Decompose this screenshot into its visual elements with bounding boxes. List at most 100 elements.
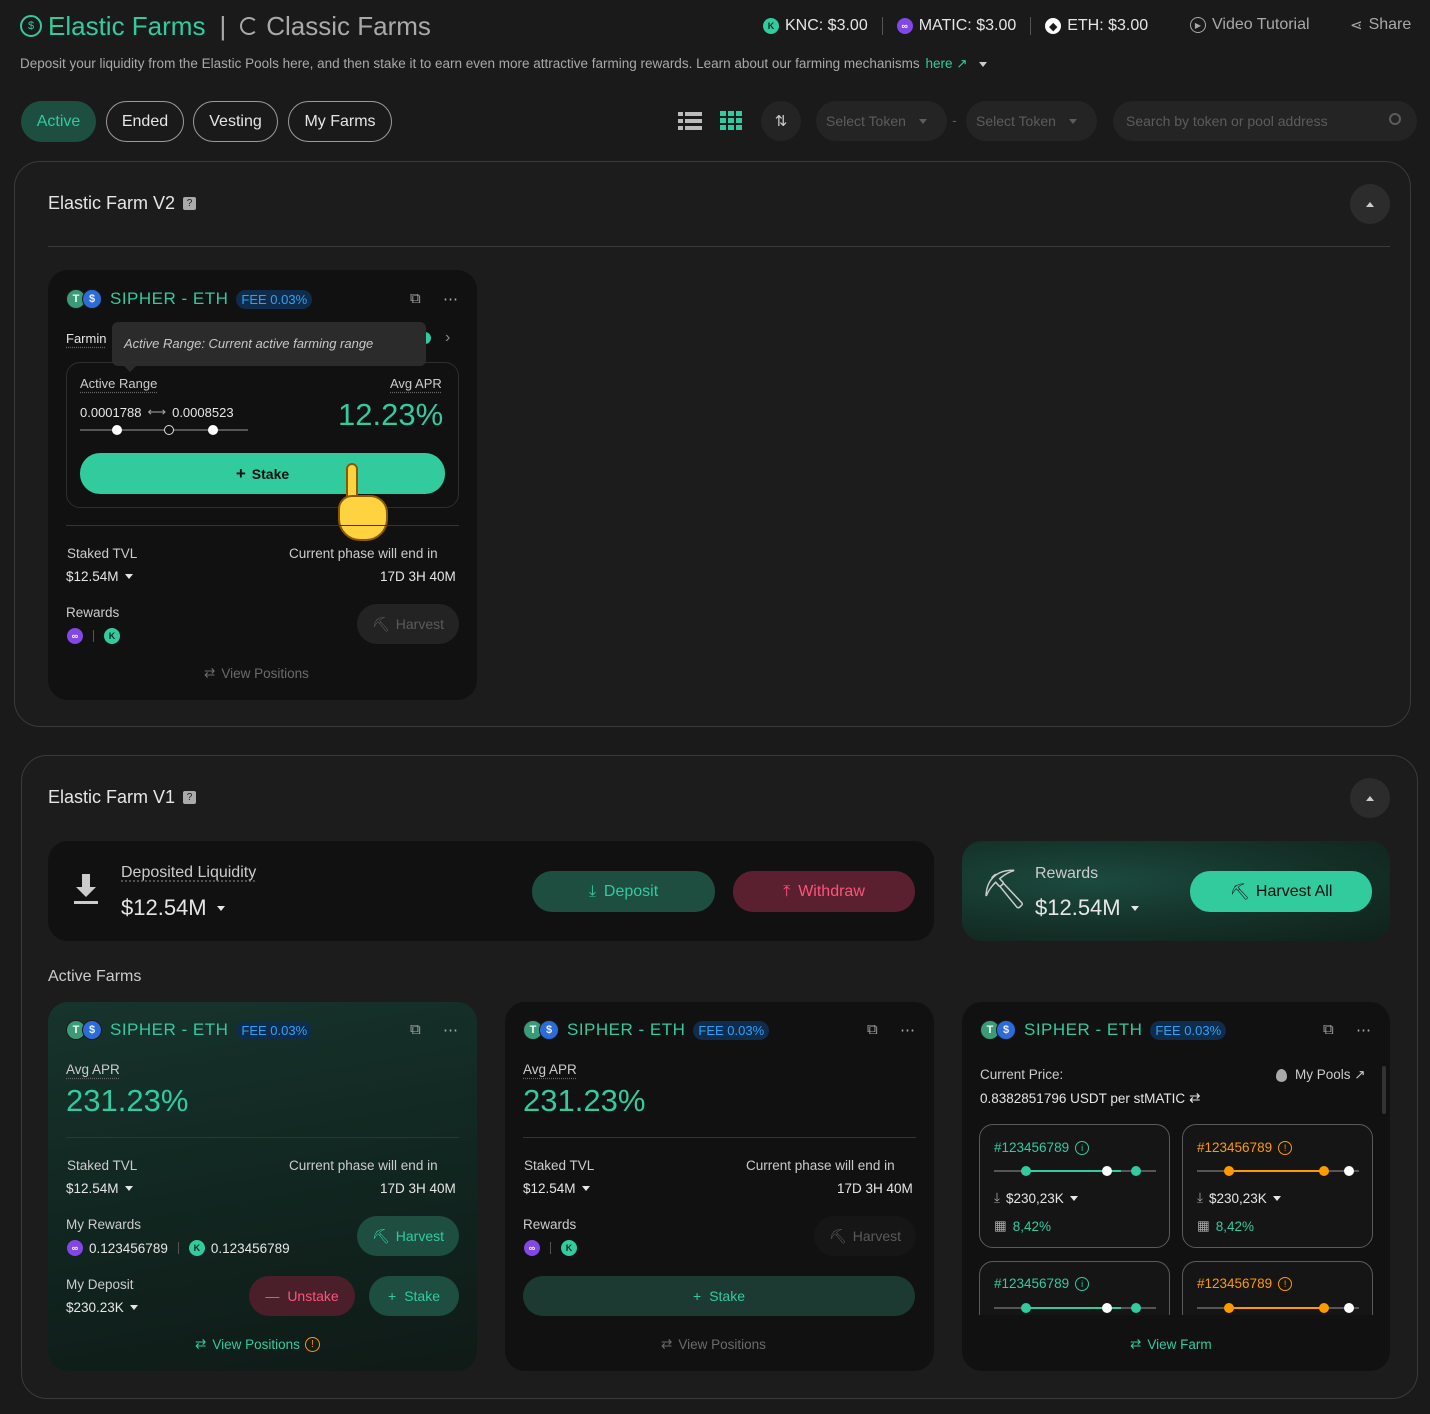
search-input[interactable]: Search by token or pool address [1113, 101, 1417, 141]
harvest-button-disabled[interactable]: ⛏ Harvest [814, 1216, 916, 1256]
deposited-liquidity[interactable]: $12.54M [121, 895, 225, 921]
positions-grid: #123456789 i ⤓ $230,23K ▦ 8,42% #1234567… [979, 1124, 1374, 1315]
copy-icon[interactable]: ⧉ [1323, 1021, 1334, 1038]
deposit-button[interactable]: ⤓ Deposit [532, 871, 715, 912]
stake-button[interactable]: + Stake [80, 453, 445, 494]
copy-icon[interactable]: ⧉ [410, 290, 421, 307]
matic-icon: ∞ [524, 1240, 540, 1256]
collapse-button[interactable] [1350, 184, 1390, 224]
position-card[interactable]: #123456789 ! ⤓ $230,23K ▦ 8,42% [1182, 1124, 1373, 1248]
my-rewards-values: ∞ 0.123456789 K 0.123456789 [67, 1240, 290, 1256]
matic-icon: ∞ [67, 1240, 83, 1256]
view-positions-link[interactable]: ⇄ View Positions [204, 665, 309, 681]
more-icon[interactable]: ⋯ [1356, 1021, 1371, 1039]
share-button[interactable]: ⋖ Share [1350, 16, 1411, 34]
select-token-label: Select Token [976, 113, 1056, 129]
help-icon[interactable]: ? [183, 197, 197, 210]
pair-name[interactable]: SIPHER - ETH [567, 1020, 685, 1040]
grid-view-icon[interactable] [720, 111, 743, 131]
title-separator: | [219, 10, 227, 41]
stake-button[interactable]: + Stake [523, 1276, 915, 1316]
view-positions-link[interactable]: ⇄ View Positions [661, 1336, 766, 1352]
minus-icon: — [265, 1288, 280, 1304]
pair-name[interactable]: SIPHER - ETH [110, 289, 228, 309]
chevron-down-icon [581, 1186, 590, 1191]
classic-farms-tab[interactable]: Classic Farms [266, 11, 431, 42]
staked-tvl[interactable]: $12.54M [66, 569, 133, 584]
list-view-icon[interactable] [678, 111, 702, 131]
here-link[interactable]: here ↗ [925, 56, 967, 71]
my-deposit-value: $230.23K [66, 1300, 124, 1315]
calculator-icon: ▦ [1197, 1218, 1210, 1233]
harvest-button-disabled[interactable]: ⛏ Harvest [357, 604, 459, 644]
elastic-farms-tab[interactable]: Elastic Farms [48, 11, 205, 42]
rewards-label: Rewards [1035, 865, 1099, 882]
deposit-label: Deposit [603, 882, 659, 900]
my-pools-link[interactable]: My Pools ↗ [1276, 1067, 1366, 1083]
withdraw-button[interactable]: ⤒ Withdraw [733, 871, 915, 912]
matic-price: MATIC: $3.00 [918, 17, 1017, 34]
position-value[interactable]: ⤓ $230,23K [1197, 1190, 1281, 1206]
plus-icon: + [693, 1288, 702, 1304]
range-arrow-icon: ⟷ [147, 404, 167, 419]
select-token-1[interactable]: Select Token [816, 101, 947, 141]
pickaxe-icon: ⛏ [371, 1227, 390, 1244]
avg-apr-label: Avg APR [66, 1062, 120, 1077]
my-deposit[interactable]: $230.23K [66, 1300, 138, 1315]
video-tutorial-link[interactable]: ▶ Video Tutorial [1190, 16, 1310, 34]
pair-name[interactable]: SIPHER - ETH [110, 1020, 228, 1040]
share-icon: ⋖ [1350, 17, 1363, 34]
search-placeholder: Search by token or pool address [1126, 113, 1328, 129]
withdraw-label: Withdraw [798, 882, 865, 900]
sort-button[interactable]: ⇅ [761, 101, 801, 141]
unstake-button[interactable]: — Unstake [249, 1276, 355, 1316]
staked-tvl[interactable]: $12.54M [523, 1181, 590, 1196]
position-card[interactable]: #123456789 i [979, 1261, 1170, 1315]
tab-ended[interactable]: Ended [106, 101, 184, 142]
reward-value: 0.123456789 [210, 1240, 290, 1256]
farm-pair-header: T $ SIPHER - ETH FEE 0.03% [980, 1020, 1227, 1040]
chevron-up-icon [1366, 201, 1374, 207]
pair-name[interactable]: SIPHER - ETH [1024, 1020, 1142, 1040]
more-icon[interactable]: ⋯ [443, 1021, 458, 1039]
tab-my-farms[interactable]: My Farms [288, 101, 392, 142]
tab-active[interactable]: Active [21, 101, 96, 142]
chevron-down-icon[interactable] [979, 61, 988, 67]
divider [881, 17, 883, 35]
more-icon[interactable]: ⋯ [900, 1021, 915, 1039]
chevron-right-icon[interactable]: › [445, 329, 450, 347]
tab-vesting[interactable]: Vesting [193, 101, 278, 142]
position-card[interactable]: #123456789 ! [1182, 1261, 1373, 1315]
stake-button[interactable]: + Stake [369, 1276, 459, 1316]
help-icon[interactable]: ? [183, 791, 197, 804]
chevron-down-icon [1272, 1195, 1281, 1201]
select-token-2[interactable]: Select Token [966, 101, 1097, 141]
collapse-button[interactable] [1350, 778, 1390, 818]
position-range-bar [1197, 1303, 1359, 1313]
scrollbar[interactable] [1382, 1066, 1386, 1114]
share-label: Share [1368, 16, 1412, 33]
harvest-button[interactable]: ⛏ Harvest [357, 1216, 459, 1256]
view-positions-link[interactable]: ⇄ View Positions ! [195, 1336, 320, 1352]
copy-icon[interactable]: ⧉ [410, 1021, 421, 1038]
more-icon[interactable]: ⋯ [443, 290, 458, 308]
staked-tvl[interactable]: $12.54M [66, 1181, 133, 1196]
knc-icon: K [104, 628, 120, 644]
warning-icon: ! [1278, 1140, 1293, 1155]
calculator-icon: ▦ [994, 1218, 1007, 1233]
swap-icon[interactable]: ⇄ [1189, 1090, 1200, 1106]
view-farm-link[interactable]: ⇄ View Farm [1130, 1336, 1212, 1352]
tooltip: Active Range: Current active farming ran… [112, 322, 426, 372]
stake-label: Stake [709, 1288, 745, 1304]
knc-icon: K [561, 1240, 577, 1256]
position-value[interactable]: ⤓ $230,23K [994, 1190, 1078, 1206]
current-price-value: 0.8382851796 USDT per stMATIC [980, 1090, 1186, 1106]
harvest-label: Harvest [852, 1228, 901, 1244]
staked-tvl-value: $12.54M [523, 1181, 576, 1196]
download-icon: ⤓ [588, 882, 596, 900]
rewards-total[interactable]: $12.54M [1035, 895, 1139, 921]
copy-icon[interactable]: ⧉ [867, 1021, 878, 1038]
harvest-all-button[interactable]: ⛏ Harvest All [1190, 871, 1372, 912]
position-card[interactable]: #123456789 i ⤓ $230,23K ▦ 8,42% [979, 1124, 1170, 1248]
classic-farms-icon [240, 17, 259, 35]
